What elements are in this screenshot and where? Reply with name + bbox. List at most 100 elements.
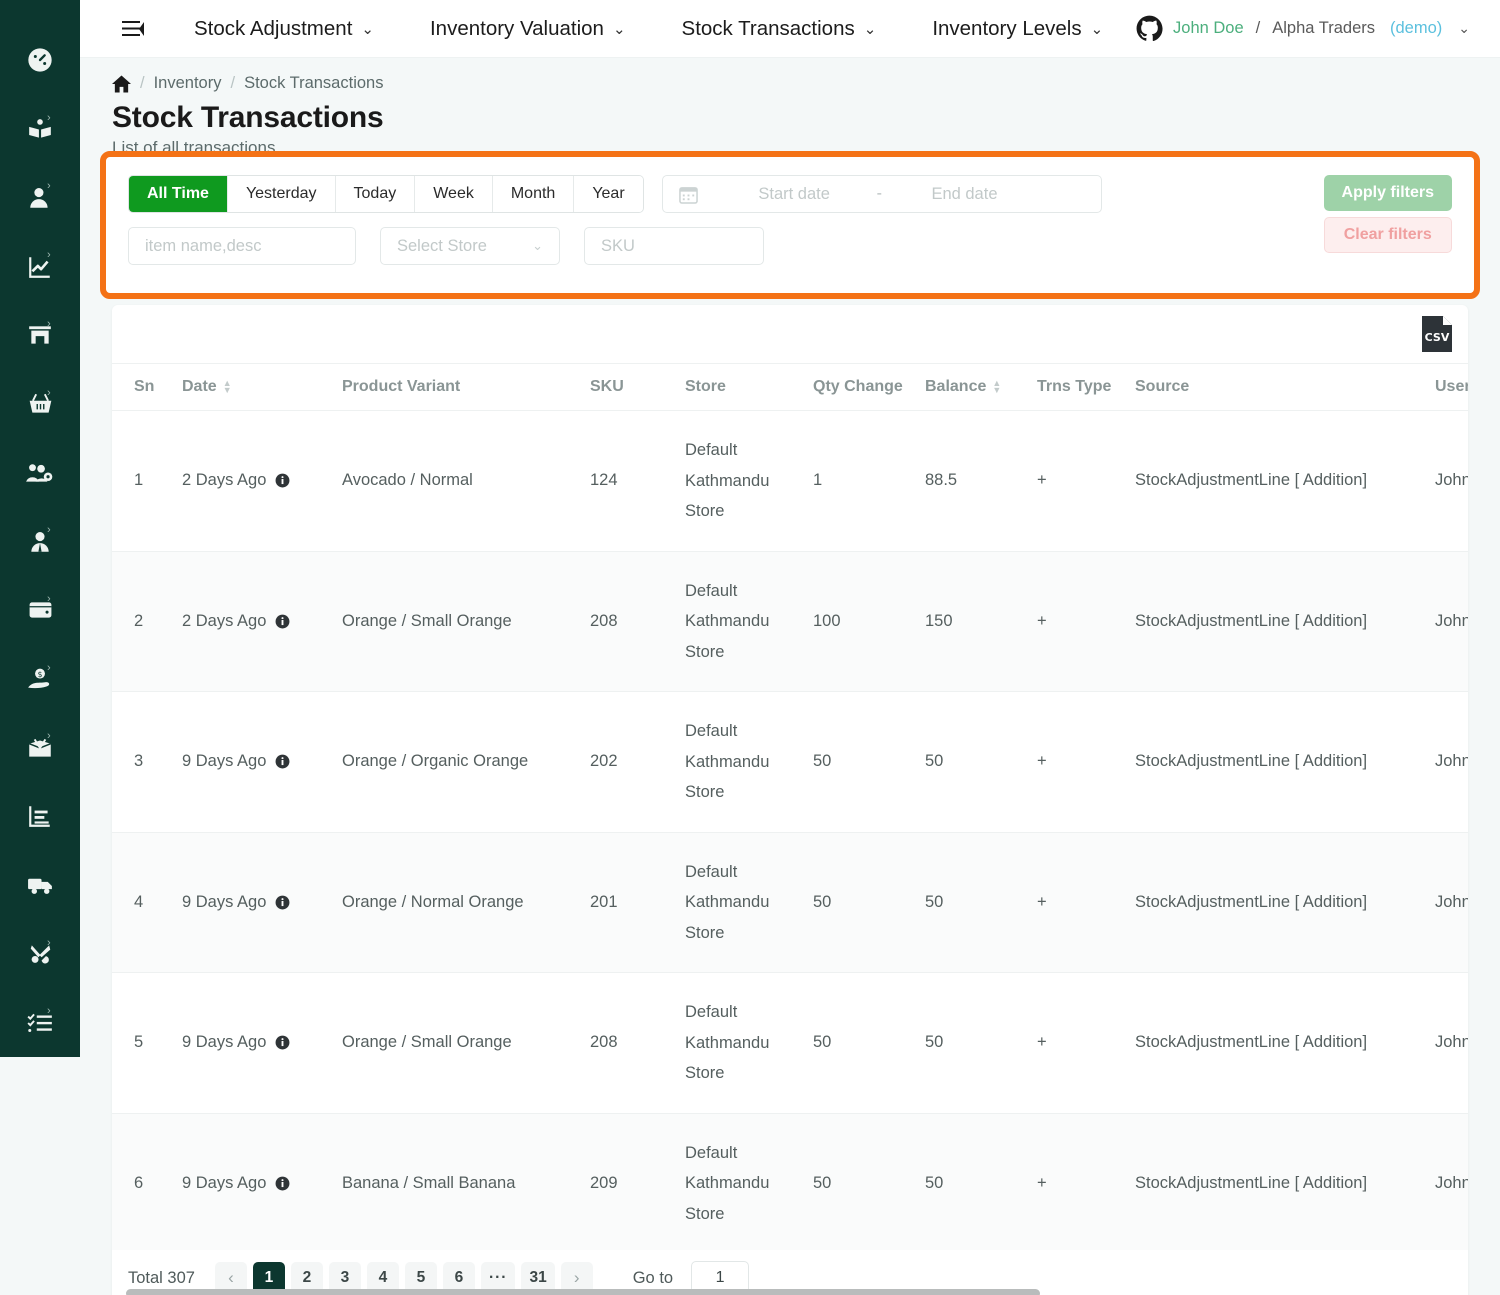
time-preset-group: All Time Yesterday Today Week Month Year — [128, 175, 644, 213]
preset-year[interactable]: Year — [574, 176, 643, 212]
stock-transactions-table: Sn Date ▲ ▼ Product Variant SKU Store Qty … — [112, 363, 1468, 1250]
cell-trns-type: + — [1037, 1113, 1135, 1250]
chevron-down-icon: ⌄ — [1090, 20, 1104, 38]
preset-all-time[interactable]: All Time — [129, 176, 228, 212]
nav-item-inventory-levels[interactable]: Inventory Levels ⌄ — [904, 17, 1131, 41]
sidebar-item-purchases[interactable]: › — [0, 370, 80, 439]
table-scroll-container[interactable]: Sn Date ▲ ▼ Product Variant SKU Store Qty … — [112, 363, 1468, 1250]
demo-badge: (demo) — [1390, 19, 1443, 37]
users-settings-icon — [26, 463, 53, 482]
apply-filters-button[interactable]: Apply filters — [1323, 175, 1452, 211]
sort-toggle-date[interactable]: ▲ ▼ — [223, 378, 232, 394]
info-icon[interactable] — [275, 1176, 290, 1191]
info-icon[interactable] — [275, 895, 290, 910]
date-range-picker[interactable]: Start date - End date — [661, 175, 1102, 213]
cell-product-variant: Orange / Small Orange — [342, 551, 590, 693]
chevron-right-icon: › — [47, 249, 51, 262]
sort-toggle-balance[interactable]: ▲ ▼ — [992, 378, 1001, 394]
clear-filters-button[interactable]: Clear filters — [1323, 217, 1452, 253]
sidebar-item-store[interactable]: › — [0, 301, 80, 370]
sku-search-input[interactable] — [584, 227, 764, 265]
col-product-variant: Product Variant — [342, 363, 590, 411]
home-icon[interactable] — [112, 74, 131, 93]
cell-trns-type: + — [1037, 410, 1135, 552]
cell-qty-change: 50 — [813, 972, 925, 1114]
cell-qty-change: 1 — [813, 410, 925, 552]
store-select[interactable]: Select Store ⌄ — [380, 227, 560, 265]
csv-download-icon[interactable]: CSV — [1420, 314, 1454, 354]
cell-sku: 209 — [590, 1113, 685, 1250]
info-icon[interactable] — [275, 473, 290, 488]
calendar-icon — [678, 185, 698, 204]
chevron-down-icon: ⌄ — [361, 20, 374, 38]
info-icon[interactable] — [275, 1035, 290, 1050]
scrollbar-thumb[interactable] — [126, 1289, 1040, 1295]
breadcrumb-item-inventory[interactable]: Inventory — [154, 74, 222, 93]
sidebar-item-customers[interactable]: › — [0, 163, 80, 232]
sidebar-item-tools[interactable]: › — [0, 920, 80, 989]
table-row[interactable]: 59 Days Ago Orange / Small Orange 208 Defau… — [112, 972, 1468, 1114]
filter-action-buttons: Apply filters Clear filters — [1323, 175, 1452, 253]
chevron-right-icon: › — [47, 592, 51, 605]
cell-trns-type: + — [1037, 972, 1135, 1114]
hamburger-icon — [122, 20, 144, 36]
col-balance[interactable]: Balance ▲ ▼ — [925, 363, 1037, 411]
sidebar-item-inventory[interactable]: › — [0, 713, 80, 782]
hamburger-menu-button[interactable] — [122, 20, 144, 38]
table-row[interactable]: 39 Days Ago Orange / Organic Orange 202 Def… — [112, 691, 1468, 833]
sidebar-item-wallet[interactable]: › — [0, 576, 80, 645]
user-name: John Doe — [1173, 19, 1244, 37]
cell-trns-type: + — [1037, 551, 1135, 693]
date-text: 2 Days Ago — [182, 611, 267, 630]
col-source: Source — [1135, 363, 1435, 411]
user-account-menu[interactable]: John Doe / Alpha Traders (demo) ⌄ — [1136, 15, 1470, 42]
sidebar-item-sales[interactable]: › — [0, 232, 80, 301]
breadcrumb-item-stock-transactions[interactable]: Stock Transactions — [244, 74, 383, 93]
nav-label: Inventory Valuation — [429, 16, 604, 40]
app-root: › › › › › › › $ › › › › Stock Adjustment… — [0, 0, 1500, 1295]
top-navigation-bar: Stock Adjustment ⌄ Inventory Valuation ⌄… — [80, 0, 1500, 58]
end-date-input[interactable]: End date — [882, 185, 1047, 204]
cell-sn: 6 — [112, 1113, 182, 1250]
cell-qty-change: 50 — [813, 832, 925, 974]
nav-item-stock-transactions[interactable]: Stock Transactions ⌄ — [654, 17, 905, 41]
nav-item-inventory-valuation[interactable]: Inventory Valuation ⌄ — [402, 17, 654, 41]
preset-yesterday[interactable]: Yesterday — [227, 176, 336, 212]
sidebar-item-expenses[interactable]: $ › — [0, 645, 80, 714]
date-text: 9 Days Ago — [182, 1033, 267, 1052]
col-sku: SKU — [590, 363, 685, 411]
date-text: 9 Days Ago — [182, 752, 267, 771]
cell-balance: 88.5 — [925, 410, 1037, 552]
table-row[interactable]: 22 Days Ago Orange / Small Orange 208 Defau… — [112, 551, 1468, 693]
cell-date: 9 Days Ago — [182, 691, 342, 833]
table-row[interactable]: 69 Days Ago Banana / Small Banana 209 Defau… — [112, 1113, 1468, 1250]
sidebar-item-tasks[interactable]: › — [0, 988, 80, 1057]
preset-month[interactable]: Month — [492, 176, 575, 212]
search-filter-row: Select Store ⌄ — [128, 227, 1452, 265]
cell-date: 9 Days Ago — [182, 972, 342, 1114]
item-search-input[interactable] — [128, 227, 356, 265]
info-icon[interactable] — [275, 754, 290, 769]
cell-store: Default Kathmandu Store — [685, 1113, 813, 1250]
table-row[interactable]: 49 Days Ago Orange / Normal Orange 201 Defa… — [112, 832, 1468, 974]
col-store: Store — [685, 363, 813, 411]
table-row[interactable]: 12 Days Ago Avocado / Normal 124 Default Ka… — [112, 410, 1468, 552]
sidebar-item-delivery[interactable] — [0, 851, 80, 920]
cell-sku: 201 — [590, 832, 685, 974]
sidebar-item-dashboard[interactable] — [0, 26, 80, 95]
cell-sn: 3 — [112, 691, 182, 833]
col-date[interactable]: Date ▲ ▼ — [182, 363, 342, 411]
sidebar-item-catalog[interactable]: › — [0, 95, 80, 164]
horizontal-scrollbar[interactable] — [126, 1289, 1456, 1295]
preset-week[interactable]: Week — [415, 176, 493, 212]
chevron-right-icon: › — [47, 936, 51, 949]
sidebar-item-reports[interactable] — [0, 782, 80, 851]
sidebar-item-employees[interactable]: › — [0, 507, 80, 576]
sidebar-item-user-management[interactable] — [0, 438, 80, 507]
preset-today[interactable]: Today — [335, 176, 416, 212]
info-icon[interactable] — [275, 614, 290, 629]
nav-item-stock-adjustment[interactable]: Stock Adjustment ⌄ — [166, 17, 402, 41]
start-date-input[interactable]: Start date — [712, 185, 877, 204]
svg-text:$: $ — [38, 670, 43, 679]
col-label: Store — [685, 378, 726, 395]
